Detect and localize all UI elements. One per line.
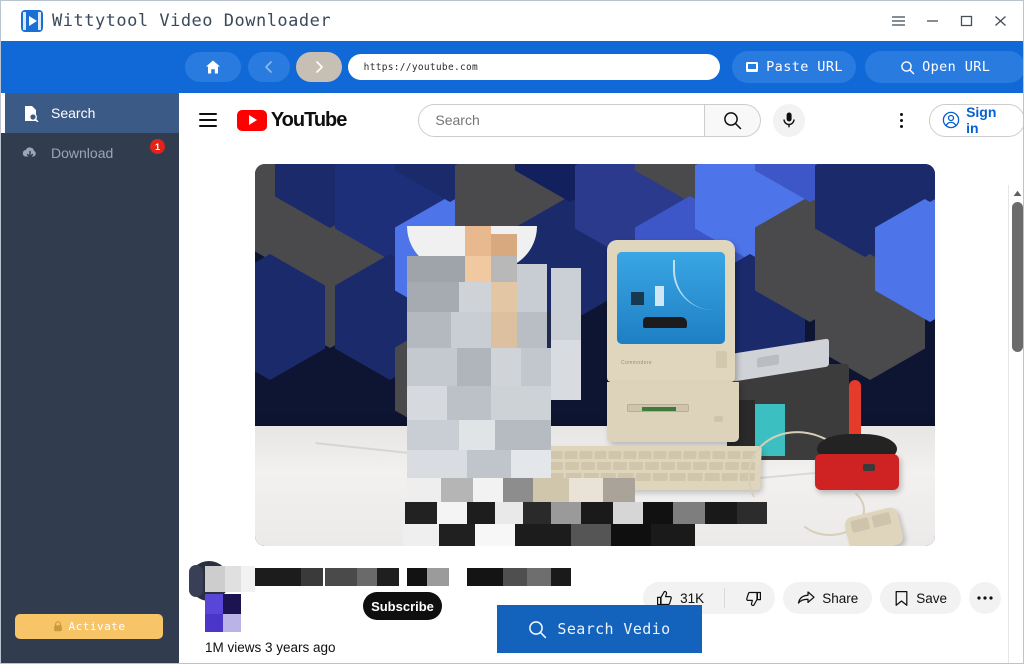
search-icon <box>528 620 547 639</box>
clipboard-icon <box>745 60 759 74</box>
video-player-thumbnail[interactable]: Commodore <box>255 164 935 546</box>
search-icon <box>900 60 915 75</box>
back-button[interactable] <box>247 52 290 82</box>
chevron-up-icon[interactable] <box>1009 185 1023 202</box>
search-video-label: Search Vedio <box>557 620 671 638</box>
lock-icon <box>53 621 63 632</box>
youtube-play-icon <box>236 109 267 131</box>
chevron-right-icon <box>313 60 325 74</box>
youtube-search-button[interactable] <box>705 103 761 137</box>
youtube-header: YouTube Sign in <box>179 93 1023 147</box>
thumbs-up-icon <box>656 590 673 607</box>
paste-url-label: Paste URL <box>766 59 843 75</box>
title-bar: Wittytool Video Downloader <box>1 1 1023 41</box>
menu-icon[interactable] <box>881 6 915 36</box>
file-search-icon <box>21 104 39 122</box>
maximize-icon[interactable] <box>949 6 983 36</box>
minimize-icon[interactable] <box>915 6 949 36</box>
youtube-logo[interactable]: YouTube <box>236 108 348 132</box>
youtube-search-input-wrap[interactable] <box>418 103 706 137</box>
activate-label: Activate <box>68 620 126 633</box>
search-icon <box>723 111 742 130</box>
signin-label: Sign in <box>966 104 997 136</box>
divider <box>724 588 726 608</box>
vintage-monitor: Commodore <box>607 240 735 382</box>
ellipsis-icon <box>976 595 994 601</box>
window-controls <box>881 6 1017 36</box>
joystick-stick <box>849 380 861 442</box>
microphone-icon <box>781 111 797 129</box>
dislike-button[interactable] <box>732 582 775 614</box>
like-count: 31K <box>680 590 705 606</box>
home-button[interactable] <box>185 52 241 82</box>
browser-toolbar: Paste URL Open URL <box>1 41 1023 93</box>
youtube-search-input[interactable] <box>419 112 705 128</box>
signin-button[interactable]: Sign in <box>929 103 1023 137</box>
vintage-computer-body <box>607 382 739 442</box>
video-play-icon <box>21 10 43 32</box>
browser-scrollbar[interactable] <box>1008 185 1023 663</box>
app-window: Wittytool Video Downloader https://youtu… <box>0 0 1024 664</box>
youtube-logo-label: YouTube <box>270 108 348 131</box>
search-video-button[interactable]: Search Vedio <box>497 605 702 653</box>
cloud-download-icon <box>21 144 39 162</box>
joystick-button <box>863 464 875 471</box>
voice-search-button[interactable] <box>772 103 806 137</box>
forward-button[interactable] <box>295 52 342 82</box>
embedded-browser: YouTube Sign in <box>179 93 1023 663</box>
open-url-button[interactable]: Open URL <box>865 51 1023 83</box>
open-url-label: Open URL <box>922 59 991 75</box>
url-input[interactable] <box>347 61 720 73</box>
share-button[interactable]: Share <box>783 582 873 614</box>
share-label: Share <box>822 590 859 606</box>
thumbs-down-icon <box>745 590 762 607</box>
chevron-left-icon <box>263 60 275 74</box>
close-icon[interactable] <box>983 6 1017 36</box>
activate-button[interactable]: Activate <box>15 614 163 639</box>
sidebar: Search Download 1 Activate <box>1 93 179 663</box>
paste-url-button[interactable]: Paste URL <box>731 51 857 83</box>
account-circle-icon <box>942 111 960 129</box>
sidebar-item-label: Download <box>51 145 114 161</box>
video-stats: 1M views 3 years ago <box>205 640 336 655</box>
download-badge: 1 <box>150 139 165 154</box>
scrollbar-thumb[interactable] <box>1012 202 1023 352</box>
subscribe-button[interactable]: Subscribe <box>363 592 442 620</box>
hamburger-icon[interactable] <box>199 113 217 127</box>
sidebar-item-search[interactable]: Search <box>1 93 179 133</box>
joystick-base <box>815 454 899 490</box>
kebab-menu-icon[interactable] <box>889 112 913 128</box>
share-icon <box>797 590 815 606</box>
sidebar-item-label: Search <box>51 105 96 121</box>
more-actions-button[interactable] <box>969 582 1001 614</box>
sidebar-item-download[interactable]: Download 1 <box>1 133 179 173</box>
bookmark-icon <box>894 590 909 607</box>
home-icon <box>205 59 221 75</box>
save-button[interactable]: Save <box>880 582 961 614</box>
url-bar[interactable] <box>347 54 720 80</box>
page-title: Wittytool Video Downloader <box>52 11 332 31</box>
save-label: Save <box>916 590 947 606</box>
